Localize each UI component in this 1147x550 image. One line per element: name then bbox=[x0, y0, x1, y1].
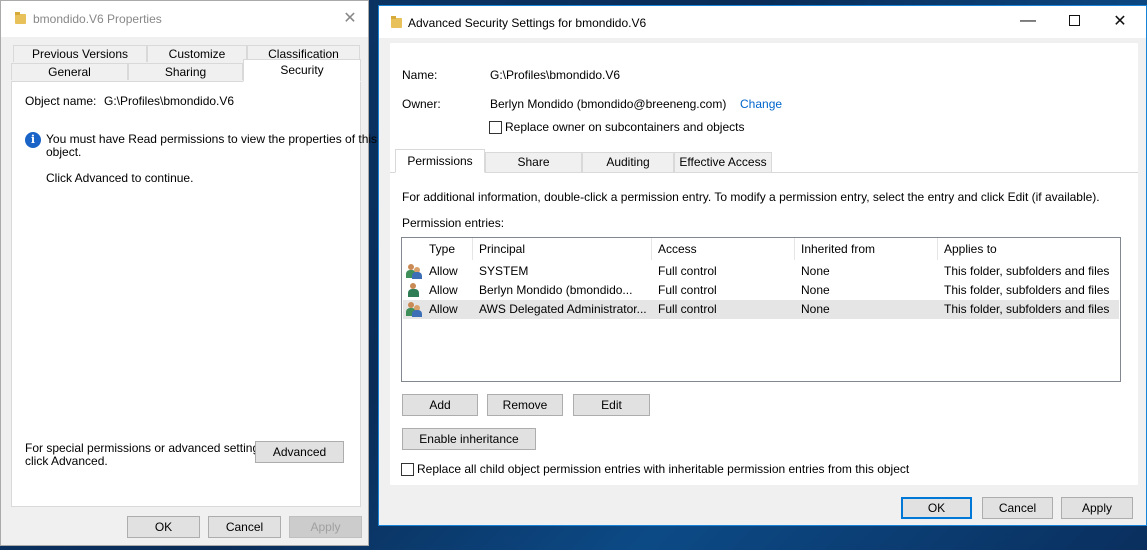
row-type: Allow bbox=[429, 283, 458, 297]
row-applies: This folder, subfolders and files bbox=[944, 283, 1110, 297]
replace-child-entries-label: Replace all child object permission entr… bbox=[417, 462, 910, 476]
tab-general[interactable]: General bbox=[11, 63, 128, 80]
replace-owner-checkbox[interactable] bbox=[489, 121, 502, 134]
owner-value: Berlyn Mondido (bmondido@breeneng.com) bbox=[490, 97, 727, 111]
folder-icon bbox=[15, 12, 26, 24]
tab-sharing[interactable]: Sharing bbox=[128, 63, 243, 80]
row-access: Full control bbox=[658, 283, 717, 297]
permissions-info-text: For additional information, double-click… bbox=[402, 190, 1100, 204]
row-inherited: None bbox=[801, 283, 830, 297]
table-row[interactable]: Allow AWS Delegated Administrator... Ful… bbox=[403, 300, 1119, 319]
tab-effective-access[interactable]: Effective Access bbox=[674, 152, 772, 172]
column-header-inherited-from[interactable]: Inherited from bbox=[795, 238, 938, 260]
close-icon[interactable]: ✕ bbox=[330, 1, 370, 37]
tab-previous-versions[interactable]: Previous Versions bbox=[13, 45, 147, 62]
close-icon[interactable]: ✕ bbox=[1097, 6, 1143, 38]
info-icon: i bbox=[25, 132, 41, 148]
replace-owner-label: Replace owner on subcontainers and objec… bbox=[505, 120, 745, 134]
replace-child-entries-checkbox[interactable] bbox=[401, 463, 414, 476]
advanced-button[interactable]: Advanced bbox=[255, 441, 344, 463]
continue-text: Click Advanced to continue. bbox=[46, 171, 194, 185]
special-permissions-line1: For special permissions or advanced sett… bbox=[25, 441, 269, 455]
advanced-body: Name: G:\Profiles\bmondido.V6 Owner: Ber… bbox=[390, 43, 1138, 485]
row-principal: SYSTEM bbox=[479, 264, 529, 278]
change-owner-link[interactable]: Change bbox=[740, 97, 782, 111]
tab-panel-divider bbox=[390, 172, 1138, 173]
advanced-cancel-button[interactable]: Cancel bbox=[982, 497, 1053, 519]
row-type: Allow bbox=[429, 264, 458, 278]
advanced-ok-button[interactable]: OK bbox=[901, 497, 972, 519]
name-label: Name: bbox=[402, 68, 438, 82]
maximize-icon[interactable] bbox=[1051, 6, 1097, 38]
advanced-titlebar: Advanced Security Settings for bmondido.… bbox=[379, 6, 1146, 38]
column-header-principal[interactable]: Principal bbox=[473, 238, 652, 260]
row-applies: This folder, subfolders and files bbox=[944, 302, 1110, 316]
properties-titlebar: bmondido.V6 Properties ✕ bbox=[1, 1, 368, 37]
info-message-line1: You must have Read permissions to view t… bbox=[46, 132, 378, 146]
column-header-access[interactable]: Access bbox=[652, 238, 795, 260]
properties-window: bmondido.V6 Properties ✕ Previous Versio… bbox=[0, 0, 377, 546]
row-access: Full control bbox=[658, 302, 717, 316]
security-panel: Object name: G:\Profiles\bmondido.V6 i Y… bbox=[11, 81, 377, 507]
tab-share[interactable]: Share bbox=[485, 152, 582, 172]
table-row[interactable]: Allow Berlyn Mondido (bmondido... Full c… bbox=[403, 281, 1119, 300]
group-icon bbox=[406, 302, 422, 317]
enable-inheritance-button[interactable]: Enable inheritance bbox=[402, 428, 536, 450]
properties-title: bmondido.V6 Properties bbox=[33, 12, 162, 26]
properties-apply-button[interactable]: Apply bbox=[289, 516, 362, 538]
row-inherited: None bbox=[801, 302, 830, 316]
add-button[interactable]: Add bbox=[402, 394, 478, 416]
name-value: G:\Profiles\bmondido.V6 bbox=[490, 68, 621, 82]
owner-label: Owner: bbox=[402, 97, 441, 111]
row-type: Allow bbox=[429, 302, 458, 316]
column-header-applies-to[interactable]: Applies to bbox=[938, 238, 1120, 260]
user-icon bbox=[406, 283, 422, 298]
tab-auditing[interactable]: Auditing bbox=[582, 152, 674, 172]
tab-permissions[interactable]: Permissions bbox=[395, 149, 485, 173]
table-row[interactable]: Allow SYSTEM Full control None This fold… bbox=[403, 262, 1119, 281]
folder-icon bbox=[391, 16, 402, 28]
advanced-title: Advanced Security Settings for bmondido.… bbox=[408, 16, 647, 30]
object-name-value: G:\Profiles\bmondido.V6 bbox=[104, 94, 235, 108]
row-applies: This folder, subfolders and files bbox=[944, 264, 1110, 278]
advanced-security-window: Advanced Security Settings for bmondido.… bbox=[378, 5, 1147, 526]
tab-security[interactable]: Security bbox=[243, 59, 361, 82]
row-principal: AWS Delegated Administrator... bbox=[479, 302, 647, 316]
properties-ok-button[interactable]: OK bbox=[127, 516, 200, 538]
special-permissions-line2: click Advanced. bbox=[25, 454, 108, 468]
edit-button[interactable]: Edit bbox=[573, 394, 650, 416]
properties-cancel-button[interactable]: Cancel bbox=[208, 516, 281, 538]
row-access: Full control bbox=[658, 264, 717, 278]
info-message-line2: object. bbox=[46, 145, 82, 159]
advanced-apply-button[interactable]: Apply bbox=[1061, 497, 1133, 519]
group-icon bbox=[406, 264, 422, 279]
remove-button[interactable]: Remove bbox=[487, 394, 563, 416]
column-header-type[interactable]: Type bbox=[423, 238, 473, 260]
permission-entries-list[interactable]: Type Principal Access Inherited from App… bbox=[401, 237, 1121, 382]
object-name-label: Object name: bbox=[25, 94, 97, 108]
row-principal: Berlyn Mondido (bmondido... bbox=[479, 283, 633, 297]
permission-entries-label: Permission entries: bbox=[402, 216, 505, 230]
minimize-icon[interactable]: — bbox=[1005, 6, 1051, 38]
row-inherited: None bbox=[801, 264, 830, 278]
tab-customize[interactable]: Customize bbox=[147, 45, 247, 62]
